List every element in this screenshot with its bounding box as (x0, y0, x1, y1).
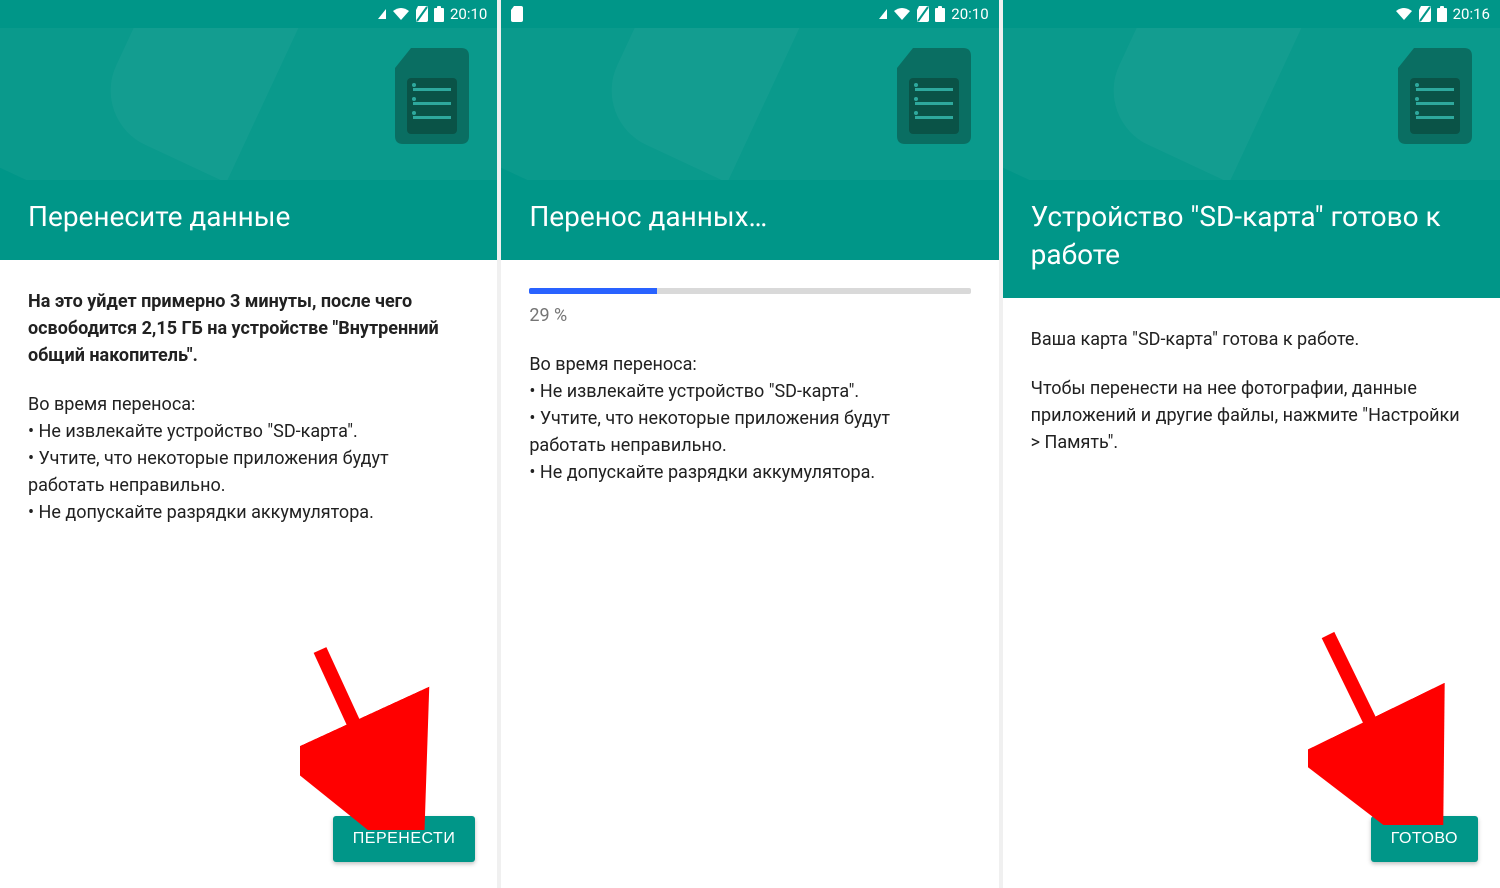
progress-bar (529, 288, 970, 294)
sd-card-storage-icon (395, 48, 469, 148)
wifi-icon (392, 7, 410, 21)
sd-card-storage-icon (897, 48, 971, 148)
list-item: Не извлекайте устройство "SD-карта". (529, 378, 970, 405)
hero-banner (501, 28, 998, 180)
no-sim-icon (1419, 6, 1431, 22)
status-bar: 20:10 (501, 0, 998, 28)
list-item: Не извлекайте устройство "SD-карта". (28, 418, 469, 445)
screen-2: 20:10 Перенос данных… 29 % Во время пере… (501, 0, 998, 888)
sd-card-storage-icon (1398, 48, 1472, 148)
battery-icon (1437, 6, 1447, 22)
hero-banner (1003, 28, 1500, 180)
progress-fill (529, 288, 657, 294)
no-sim-icon (416, 6, 428, 22)
content-area: 29 % Во время переноса: Не извлекайте ус… (501, 260, 998, 844)
list-item: Не допускайте разрядки аккумулятора. (529, 459, 970, 486)
warning-list: Не извлекайте устройство "SD-карта". Учт… (529, 378, 970, 486)
screen-1: 20:10 Перенесите данные На это уйдет при… (0, 0, 497, 888)
list-item: Не допускайте разрядки аккумулятора. (28, 499, 469, 526)
sd-card-icon (511, 6, 523, 22)
progress-percent-label: 29 % (529, 302, 970, 329)
warning-list: Не извлекайте устройство "SD-карта". Учт… (28, 418, 469, 526)
footer: ПЕРЕНЕСТИ (0, 798, 497, 888)
wifi-icon (893, 7, 911, 21)
list-item: Учтите, что некоторые приложения будут р… (28, 445, 469, 499)
status-time: 20:16 (1453, 5, 1490, 23)
content-area: Ваша карта "SD-карта" готова к работе. Ч… (1003, 298, 1500, 798)
status-time: 20:10 (450, 5, 487, 23)
footer (501, 844, 998, 888)
status-time: 20:10 (951, 5, 988, 23)
intro-text: Во время переноса: (28, 391, 469, 418)
status-bar: 20:10 (0, 0, 497, 28)
signal-triangle-icon (378, 9, 386, 19)
intro-text: Во время переноса: (529, 351, 970, 378)
battery-icon (434, 6, 444, 22)
list-item: Учтите, что некоторые приложения будут р… (529, 405, 970, 459)
footer: ГОТОВО (1003, 798, 1500, 888)
transfer-button[interactable]: ПЕРЕНЕСТИ (333, 816, 476, 862)
signal-triangle-icon (879, 9, 887, 19)
summary-text: На это уйдет примерно 3 минуты, после че… (28, 288, 469, 369)
body-text: Ваша карта "SD-карта" готова к работе. (1031, 326, 1472, 353)
page-title: Устройство "SD-карта" готово к работе (1003, 180, 1500, 298)
screen-3: 20:16 Устройство "SD-карта" готово к раб… (1003, 0, 1500, 888)
hero-banner (0, 28, 497, 180)
body-text: Чтобы перенести на нее фотографии, данны… (1031, 375, 1472, 456)
done-button[interactable]: ГОТОВО (1371, 816, 1478, 862)
battery-icon (935, 6, 945, 22)
no-sim-icon (917, 6, 929, 22)
wifi-icon (1395, 7, 1413, 21)
page-title: Перенос данных… (501, 180, 998, 260)
page-title: Перенесите данные (0, 180, 497, 260)
status-bar: 20:16 (1003, 0, 1500, 28)
content-area: На это уйдет примерно 3 минуты, после че… (0, 260, 497, 798)
